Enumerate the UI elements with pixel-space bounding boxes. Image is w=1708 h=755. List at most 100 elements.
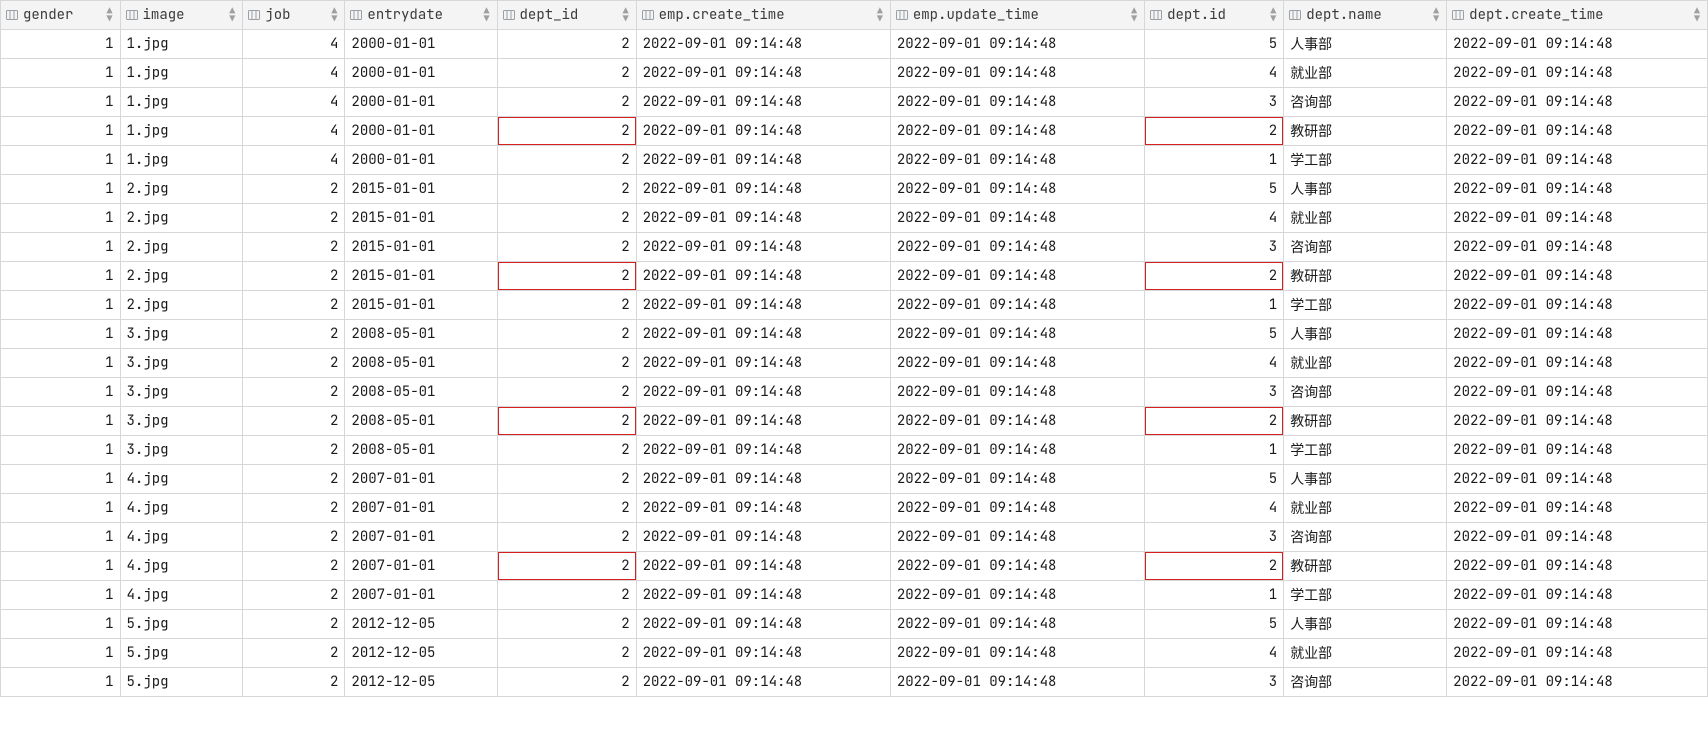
- cell-emp-create_time[interactable]: 2022-09-01 09:14:48: [636, 436, 890, 465]
- column-header-emp-update_time[interactable]: emp.update_time▲▼: [890, 1, 1144, 30]
- cell-gender[interactable]: 1: [1, 175, 121, 204]
- cell-entrydate[interactable]: 2000-01-01: [345, 88, 497, 117]
- table-row[interactable]: 12.jpg22015-01-0122022-09-01 09:14:48202…: [1, 233, 1708, 262]
- cell-entrydate[interactable]: 2007-01-01: [345, 523, 497, 552]
- cell-job[interactable]: 2: [243, 523, 345, 552]
- cell-dept-id[interactable]: 2: [1145, 262, 1284, 291]
- cell-gender[interactable]: 1: [1, 59, 121, 88]
- column-header-dept-id[interactable]: dept.id▲▼: [1145, 1, 1284, 30]
- table-row[interactable]: 11.jpg42000-01-0122022-09-01 09:14:48202…: [1, 88, 1708, 117]
- cell-image[interactable]: 5.jpg: [120, 668, 243, 697]
- cell-dept_id[interactable]: 2: [497, 494, 636, 523]
- cell-image[interactable]: 3.jpg: [120, 436, 243, 465]
- cell-emp-create_time[interactable]: 2022-09-01 09:14:48: [636, 581, 890, 610]
- cell-emp-update_time[interactable]: 2022-09-01 09:14:48: [890, 465, 1144, 494]
- column-header-job[interactable]: job▲▼: [243, 1, 345, 30]
- cell-dept-name[interactable]: 人事部: [1284, 610, 1447, 639]
- cell-dept-id[interactable]: 1: [1145, 436, 1284, 465]
- column-header-emp-create_time[interactable]: emp.create_time▲▼: [636, 1, 890, 30]
- cell-dept-id[interactable]: 5: [1145, 610, 1284, 639]
- cell-emp-create_time[interactable]: 2022-09-01 09:14:48: [636, 552, 890, 581]
- cell-dept-name[interactable]: 学工部: [1284, 436, 1447, 465]
- cell-image[interactable]: 3.jpg: [120, 349, 243, 378]
- cell-dept-name[interactable]: 教研部: [1284, 407, 1447, 436]
- cell-dept-name[interactable]: 学工部: [1284, 146, 1447, 175]
- sort-icon[interactable]: ▲▼: [1694, 7, 1701, 23]
- cell-dept-create_time[interactable]: 2022-09-01 09:14:48: [1447, 262, 1708, 291]
- cell-emp-update_time[interactable]: 2022-09-01 09:14:48: [890, 59, 1144, 88]
- cell-entrydate[interactable]: 2007-01-01: [345, 494, 497, 523]
- cell-image[interactable]: 4.jpg: [120, 494, 243, 523]
- cell-dept-id[interactable]: 5: [1145, 30, 1284, 59]
- sort-icon[interactable]: ▲▼: [623, 7, 630, 23]
- column-header-dept-create_time[interactable]: dept.create_time▲▼: [1447, 1, 1708, 30]
- cell-image[interactable]: 1.jpg: [120, 30, 243, 59]
- cell-dept-id[interactable]: 2: [1145, 407, 1284, 436]
- cell-dept_id[interactable]: 2: [497, 30, 636, 59]
- cell-emp-create_time[interactable]: 2022-09-01 09:14:48: [636, 262, 890, 291]
- cell-dept-id[interactable]: 4: [1145, 204, 1284, 233]
- cell-image[interactable]: 5.jpg: [120, 639, 243, 668]
- cell-gender[interactable]: 1: [1, 117, 121, 146]
- cell-entrydate[interactable]: 2008-05-01: [345, 378, 497, 407]
- cell-emp-update_time[interactable]: 2022-09-01 09:14:48: [890, 88, 1144, 117]
- cell-job[interactable]: 2: [243, 494, 345, 523]
- table-row[interactable]: 15.jpg22012-12-0522022-09-01 09:14:48202…: [1, 639, 1708, 668]
- cell-dept_id[interactable]: 2: [497, 320, 636, 349]
- cell-dept_id[interactable]: 2: [497, 378, 636, 407]
- cell-emp-create_time[interactable]: 2022-09-01 09:14:48: [636, 175, 890, 204]
- cell-gender[interactable]: 1: [1, 320, 121, 349]
- cell-dept_id[interactable]: 2: [497, 88, 636, 117]
- table-row[interactable]: 15.jpg22012-12-0522022-09-01 09:14:48202…: [1, 668, 1708, 697]
- cell-dept-name[interactable]: 咨询部: [1284, 668, 1447, 697]
- column-header-dept_id[interactable]: dept_id▲▼: [497, 1, 636, 30]
- cell-emp-create_time[interactable]: 2022-09-01 09:14:48: [636, 233, 890, 262]
- cell-emp-update_time[interactable]: 2022-09-01 09:14:48: [890, 523, 1144, 552]
- cell-image[interactable]: 4.jpg: [120, 552, 243, 581]
- cell-dept_id[interactable]: 2: [497, 465, 636, 494]
- cell-emp-create_time[interactable]: 2022-09-01 09:14:48: [636, 291, 890, 320]
- cell-dept_id[interactable]: 2: [497, 117, 636, 146]
- cell-dept-create_time[interactable]: 2022-09-01 09:14:48: [1447, 552, 1708, 581]
- cell-dept-id[interactable]: 4: [1145, 349, 1284, 378]
- cell-dept-create_time[interactable]: 2022-09-01 09:14:48: [1447, 146, 1708, 175]
- sort-icon[interactable]: ▲▼: [1433, 7, 1440, 23]
- cell-gender[interactable]: 1: [1, 639, 121, 668]
- cell-gender[interactable]: 1: [1, 291, 121, 320]
- cell-dept-id[interactable]: 5: [1145, 465, 1284, 494]
- cell-dept-id[interactable]: 4: [1145, 59, 1284, 88]
- column-header-entrydate[interactable]: entrydate▲▼: [345, 1, 497, 30]
- cell-dept-name[interactable]: 学工部: [1284, 581, 1447, 610]
- cell-dept-name[interactable]: 教研部: [1284, 262, 1447, 291]
- table-row[interactable]: 11.jpg42000-01-0122022-09-01 09:14:48202…: [1, 117, 1708, 146]
- table-row[interactable]: 12.jpg22015-01-0122022-09-01 09:14:48202…: [1, 204, 1708, 233]
- cell-emp-update_time[interactable]: 2022-09-01 09:14:48: [890, 378, 1144, 407]
- cell-dept_id[interactable]: 2: [497, 59, 636, 88]
- cell-dept_id[interactable]: 2: [497, 262, 636, 291]
- cell-emp-update_time[interactable]: 2022-09-01 09:14:48: [890, 494, 1144, 523]
- cell-dept-id[interactable]: 3: [1145, 233, 1284, 262]
- cell-dept-name[interactable]: 咨询部: [1284, 88, 1447, 117]
- cell-job[interactable]: 2: [243, 175, 345, 204]
- cell-image[interactable]: 1.jpg: [120, 146, 243, 175]
- result-grid[interactable]: gender▲▼image▲▼job▲▼entrydate▲▼dept_id▲▼…: [0, 0, 1708, 697]
- cell-gender[interactable]: 1: [1, 88, 121, 117]
- cell-dept-id[interactable]: 2: [1145, 552, 1284, 581]
- cell-dept-create_time[interactable]: 2022-09-01 09:14:48: [1447, 494, 1708, 523]
- cell-dept-id[interactable]: 3: [1145, 523, 1284, 552]
- cell-dept-id[interactable]: 3: [1145, 668, 1284, 697]
- sort-icon[interactable]: ▲▼: [1270, 7, 1277, 23]
- cell-image[interactable]: 3.jpg: [120, 320, 243, 349]
- cell-dept-id[interactable]: 3: [1145, 378, 1284, 407]
- cell-emp-update_time[interactable]: 2022-09-01 09:14:48: [890, 175, 1144, 204]
- cell-job[interactable]: 2: [243, 233, 345, 262]
- cell-gender[interactable]: 1: [1, 581, 121, 610]
- cell-entrydate[interactable]: 2007-01-01: [345, 581, 497, 610]
- cell-dept_id[interactable]: 2: [497, 639, 636, 668]
- cell-dept-id[interactable]: 5: [1145, 175, 1284, 204]
- cell-dept-create_time[interactable]: 2022-09-01 09:14:48: [1447, 668, 1708, 697]
- sort-icon[interactable]: ▲▼: [331, 7, 338, 23]
- table-row[interactable]: 13.jpg22008-05-0122022-09-01 09:14:48202…: [1, 378, 1708, 407]
- cell-job[interactable]: 4: [243, 88, 345, 117]
- cell-job[interactable]: 2: [243, 291, 345, 320]
